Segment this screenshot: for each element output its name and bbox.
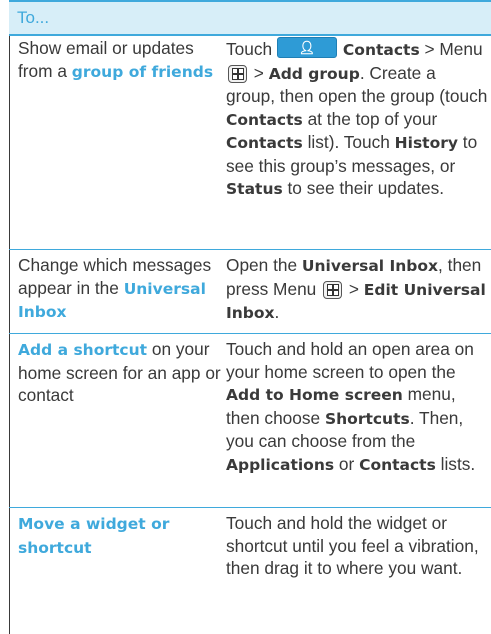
steps-cell: Open the Universal Inbox, then press Men… [226,255,486,322]
column-rule [9,334,10,508]
task-link: Add a shortcut [18,341,148,359]
task-link: group of friends [71,62,214,81]
task-link: Move a widget or shortcut [18,515,170,557]
steps-cell: Touch and hold an open area on your home… [226,339,476,474]
task-cell: Show email or updates from a group of fr… [18,38,214,81]
column-rule [9,36,10,250]
steps-cell: Touch 👤︎ Contacts > Menu > Add group. Cre… [226,37,488,198]
task-cell: Add a shortcut on your home screen for a… [18,339,221,405]
menu-key-icon [323,280,343,299]
how-to-table: To... Show email or updates from a group… [9,0,491,634]
task-cell: Change which messages appear in the Univ… [18,255,212,321]
menu-key-icon [228,64,247,83]
table-header: To... [9,0,491,36]
task-cell: Move a widget or shortcut [18,508,223,559]
column-rule [9,508,10,634]
contacts-key-icon: 👤︎ [276,37,337,58]
column-rule [9,250,10,334]
table-row: Move a widget or shortcut Touch and hold… [9,508,491,634]
table-row: Add a shortcut on your home screen for a… [9,334,491,508]
table-row: Change which messages appear in the Univ… [9,250,491,334]
table-row: Show email or updates from a group of fr… [9,36,491,250]
header-label: To... [17,8,50,27]
steps-cell: Touch and hold the widget or shortcut un… [226,513,479,578]
